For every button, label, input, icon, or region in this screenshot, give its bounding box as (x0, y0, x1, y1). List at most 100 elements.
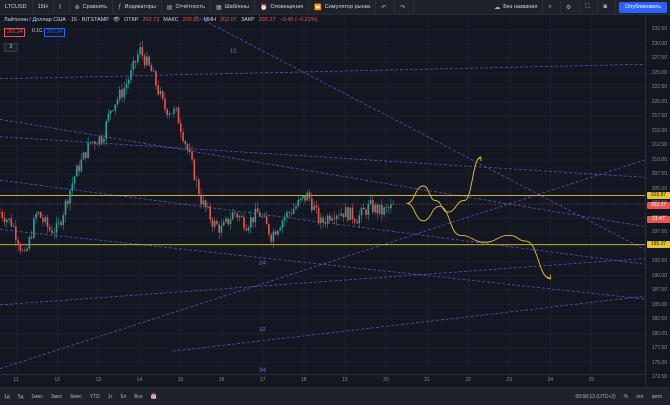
fib-trend-line[interactable] (0, 159, 646, 369)
candle-body (222, 221, 225, 226)
range-button[interactable]: 1г (104, 394, 117, 400)
symbol-search[interactable]: LTCUSD (0, 0, 33, 14)
chart-style-button[interactable]: ⫾ (54, 0, 70, 14)
candle-body (143, 55, 146, 66)
clock-time[interactable]: 09:58:13 (UTC+3) (571, 394, 619, 400)
price-label-countdown: 01:47 (647, 215, 670, 223)
layout-name: Без названия (503, 4, 538, 10)
candle-body (182, 132, 184, 142)
range-button[interactable]: 5д (14, 394, 28, 400)
fullscreen-button[interactable]: ⛶ (580, 0, 599, 14)
candle-body (76, 165, 78, 177)
range-button[interactable]: 1д (0, 394, 14, 400)
candle-body (311, 198, 313, 211)
candle-body (383, 207, 385, 215)
candle-body (342, 213, 345, 218)
fib-trend-line[interactable] (0, 118, 646, 227)
candle-body (372, 200, 374, 213)
candle-body (349, 207, 352, 221)
indicators-collapse-button[interactable]: 2 (4, 43, 18, 52)
candle-body (207, 206, 209, 208)
high-value: 202.85 (182, 17, 200, 23)
fib-trend-line[interactable] (0, 229, 646, 300)
quick-search-button[interactable]: ⌕ (543, 0, 561, 14)
candle-body (100, 136, 103, 143)
percent-toggle[interactable]: % (620, 394, 632, 400)
candle-body (252, 217, 254, 223)
candle-body (35, 213, 37, 219)
price-tick-label: 210.00 (651, 156, 667, 163)
snapshot-button[interactable]: ◙ (598, 0, 617, 14)
fib-trend-line[interactable] (0, 258, 646, 306)
candle-body (234, 212, 236, 214)
candle-body (324, 222, 327, 224)
ask-box[interactable]: 202.24 (44, 28, 66, 37)
candle-body (175, 107, 178, 109)
candle-body (274, 231, 277, 235)
publish-button[interactable]: Опубликовать (619, 1, 667, 13)
templates-button[interactable]: ▦ Шаблоны (211, 0, 255, 14)
layout-menu[interactable]: ☁ Без названия (489, 0, 544, 14)
compare-button[interactable]: ⊕ Сравнить (70, 0, 114, 14)
candle-body (335, 215, 338, 219)
range-button[interactable]: 6мес (66, 394, 86, 400)
calendar-icon[interactable]: 📅 (147, 394, 161, 400)
fib-level-label: 3/4 (259, 368, 266, 374)
financials-button[interactable]: ▤ Отчётность (162, 0, 211, 14)
fib-trend-line[interactable] (0, 63, 646, 80)
candle-body (362, 207, 365, 210)
price-chart[interactable]: 1/1 1/4 1/2 3/4 (0, 0, 646, 386)
price-tick-label: 230.00 (651, 40, 667, 47)
candle-body (381, 204, 383, 215)
projection-up-arrow[interactable] (406, 156, 481, 213)
replay-label: Симулятор рынка (324, 4, 371, 10)
symbol-label: LTCUSD (5, 4, 27, 10)
candle-body (286, 212, 288, 218)
range-button[interactable]: 3мес (47, 394, 67, 400)
legend-title: Лайткоин / Доллар США · 15 · BITSTAMP (4, 17, 109, 23)
range-button[interactable]: 5л (117, 394, 131, 400)
candle-body (211, 219, 214, 227)
auto-toggle[interactable]: авто (648, 394, 666, 400)
fx-icon: ƒ (118, 4, 122, 10)
undo-button[interactable]: ↶ (376, 0, 396, 14)
time-axis[interactable]: 11 12 13 14 15 16 17 18 19 20 21 22 23 24 25 (0, 374, 645, 387)
indicators-button[interactable]: ƒ Индикаторы (113, 0, 162, 14)
range-button[interactable]: 1мес (27, 394, 47, 400)
fib-trend-line[interactable] (0, 136, 646, 178)
financials-label: Отчётность (175, 4, 205, 10)
candle-body (186, 144, 189, 150)
bid-box[interactable]: 202.14 (4, 28, 26, 37)
candle-body (137, 54, 139, 63)
candle-body (64, 200, 67, 216)
range-button[interactable]: Все (130, 394, 147, 400)
candle-body (168, 113, 171, 115)
interval-selector[interactable]: 15Н (33, 0, 54, 14)
candle-body (365, 209, 367, 215)
candle-body (157, 85, 159, 95)
candle-body (30, 236, 33, 239)
candle-body (272, 231, 275, 242)
alerts-button[interactable]: ⏰ Оповещения (255, 0, 310, 14)
candle-body (177, 107, 180, 124)
candle-body (82, 152, 85, 160)
range-button[interactable]: YTD (86, 394, 104, 400)
candle-body (44, 217, 46, 222)
log-toggle[interactable]: лог (632, 394, 648, 400)
chart-pane[interactable]: 1/1 1/4 1/2 3/4 (0, 0, 646, 386)
candle-body (301, 196, 304, 199)
candle-body (304, 196, 306, 201)
eye-icon[interactable]: 👁 (113, 17, 120, 23)
candle-body (10, 218, 13, 227)
fib-trend-line[interactable] (172, 295, 646, 352)
candle-body (118, 89, 121, 100)
plus-circle-icon: ⊕ (74, 4, 80, 11)
replay-button[interactable]: ⏪ Симулятор рынка (309, 0, 377, 14)
projection-down-arrow[interactable] (406, 202, 551, 280)
redo-button[interactable]: ↷ (395, 0, 415, 14)
gear-icon: ⚙ (565, 4, 572, 11)
price-axis[interactable]: 232.50 230.00 227.50 225.00 222.50 220.00 217.… (645, 15, 670, 386)
time-tick-label: 21 (424, 377, 430, 383)
settings-button[interactable]: ⚙ (561, 0, 581, 14)
candle-body (184, 141, 187, 145)
